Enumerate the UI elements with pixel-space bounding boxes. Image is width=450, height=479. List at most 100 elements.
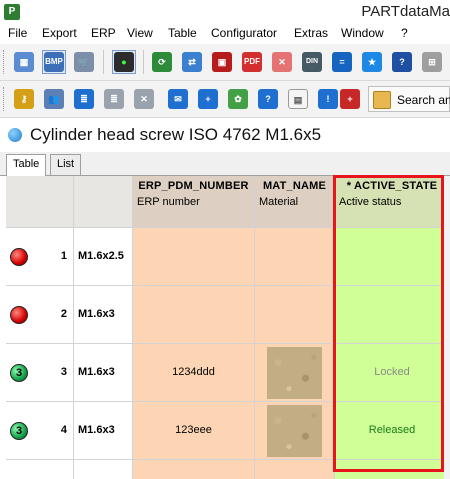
tab-list[interactable]: List: [50, 154, 82, 176]
active-state-value: Locked: [374, 366, 410, 378]
menu-export[interactable]: Export: [42, 26, 77, 40]
search-button[interactable]: Search and: [368, 86, 450, 112]
panel-title-bar: Cylinder head screw ISO 4762 M1.6x5: [0, 118, 450, 152]
active-state-cell[interactable]: Locked: [335, 344, 450, 402]
erp-toolbar: ⚷ 👥 ≣ ≣ ✕ ✉ + ✿ ? ▤ ! + Search and: [0, 81, 450, 118]
part-name: M1.6x2.5: [78, 250, 124, 262]
pdf-icon[interactable]: PDF: [240, 50, 264, 74]
menu-help[interactable]: ?: [401, 26, 408, 40]
erp-number-cell[interactable]: [133, 286, 255, 344]
title-bar: P PARTdataMa: [0, 0, 450, 24]
row-header[interactable]: 3 3: [6, 344, 74, 402]
material-cell[interactable]: [255, 228, 335, 286]
material-cell[interactable]: [255, 286, 335, 344]
database-alert-icon[interactable]: !: [316, 87, 340, 111]
part-panel: Cylinder head screw ISO 4762 M1.6x5 Tabl…: [0, 118, 450, 479]
mail-icon[interactable]: ✉: [166, 87, 190, 111]
row-number: 4: [60, 424, 67, 436]
part-icon: [8, 128, 22, 142]
menu-file[interactable]: File: [8, 26, 27, 40]
part-name: M1.6x3: [78, 308, 115, 320]
table-row[interactable]: M1.6x3: [74, 402, 133, 460]
table-row[interactable]: M1.6x2.5: [74, 228, 133, 286]
column-name: ERP_PDM_NUMBER: [138, 180, 249, 192]
key-icon[interactable]: ⚷: [12, 87, 36, 111]
main-toolbar: ▦ BMP 🛒 ● ⟳ ⇄ ▣ PDF ✕ DIN = ★ ? ⊞: [0, 44, 450, 81]
material-cell[interactable]: [255, 460, 335, 479]
panel-title: Cylinder head screw ISO 4762 M1.6x5: [30, 125, 322, 144]
menu-window[interactable]: Window: [341, 26, 384, 40]
active-state-cell[interactable]: Released: [335, 402, 450, 460]
erp-number: 123eee: [175, 424, 212, 436]
menu-bar: File Export ERP View Table Configurator …: [0, 24, 450, 44]
document-icon[interactable]: ▤: [286, 87, 310, 111]
row-header[interactable]: [6, 460, 74, 479]
part-name: M1.6x3: [78, 424, 115, 436]
menu-table[interactable]: Table: [168, 26, 197, 40]
toolbar-grip[interactable]: [3, 50, 6, 74]
window-title: PARTdataMa: [361, 3, 450, 20]
active-state-cell[interactable]: [335, 286, 450, 344]
bmp-icon[interactable]: BMP: [42, 50, 66, 74]
tab-table[interactable]: Table: [6, 154, 47, 177]
help-icon[interactable]: ?: [390, 50, 414, 74]
row-header[interactable]: 2: [6, 286, 74, 344]
formula-icon[interactable]: =: [330, 50, 354, 74]
menu-erp[interactable]: ERP: [91, 26, 116, 40]
active-state-cell[interactable]: [335, 460, 450, 479]
erp-number-cell[interactable]: [133, 228, 255, 286]
column-desc: Active status: [339, 196, 402, 208]
menu-extras[interactable]: Extras: [294, 26, 328, 40]
column-name: * ACTIVE_STATE: [346, 180, 438, 192]
table-row[interactable]: M1.6x3: [74, 344, 133, 402]
sync-icon[interactable]: ⇄: [180, 50, 204, 74]
cart-icon[interactable]: 🛒: [72, 50, 96, 74]
table-row[interactable]: M1.6x3: [74, 286, 133, 344]
database-add-icon[interactable]: +: [196, 87, 220, 111]
din-icon[interactable]: DIN: [300, 50, 324, 74]
row-header[interactable]: 1: [6, 228, 74, 286]
column-header-material[interactable]: MAT_NAME Material: [255, 176, 335, 228]
name-header: [74, 176, 133, 228]
table-row[interactable]: [74, 460, 133, 479]
active-state-value: Released: [368, 424, 416, 436]
menu-view[interactable]: View: [127, 26, 153, 40]
table-add-icon[interactable]: +: [338, 87, 362, 111]
status-red-icon: [10, 306, 28, 324]
database-query-icon[interactable]: ?: [256, 87, 280, 111]
row-header[interactable]: 3 4: [6, 402, 74, 460]
erp-number-cell[interactable]: 123eee: [133, 402, 255, 460]
users-icon[interactable]: 👥: [42, 87, 66, 111]
search-icon: [373, 91, 391, 109]
material-texture-image: [267, 405, 322, 457]
parts-table: ERP_PDM_NUMBER ERP number MAT_NAME Mater…: [6, 176, 450, 479]
erp-number-cell[interactable]: [133, 460, 255, 479]
erp-number-cell[interactable]: 1234ddd: [133, 344, 255, 402]
material-cell[interactable]: [255, 344, 335, 402]
drawing-icon[interactable]: ✕: [270, 50, 294, 74]
menu-configurator[interactable]: Configurator: [211, 26, 277, 40]
database-icon[interactable]: ≣: [72, 87, 96, 111]
active-state-cell[interactable]: [335, 228, 450, 286]
database-export-icon[interactable]: ≣: [102, 87, 126, 111]
refresh-icon[interactable]: ⟳: [150, 50, 174, 74]
status-green-icon: 3: [10, 364, 28, 382]
material-cell[interactable]: [255, 402, 335, 460]
grid-icon[interactable]: ⊞: [420, 50, 444, 74]
app-icon: P: [4, 4, 20, 20]
tab-strip: Table List: [0, 152, 450, 177]
material-texture-image: [267, 347, 322, 399]
part-name: M1.6x3: [78, 366, 115, 378]
table-view-icon[interactable]: ▦: [12, 50, 36, 74]
toolbar-grip[interactable]: [3, 87, 6, 111]
column-header-erp[interactable]: ERP_PDM_NUMBER ERP number: [133, 176, 255, 228]
scroll-edge: [444, 176, 450, 479]
status-green-icon: 3: [10, 422, 28, 440]
favorite-icon[interactable]: ★: [360, 50, 384, 74]
flower-icon[interactable]: ✿: [226, 87, 250, 111]
column-header-active-state[interactable]: * ACTIVE_STATE Active status: [335, 176, 450, 228]
row-number: 3: [60, 366, 67, 378]
database-delete-icon[interactable]: ✕: [132, 87, 156, 111]
traffic-light-icon[interactable]: ●: [112, 50, 136, 74]
save-icon[interactable]: ▣: [210, 50, 234, 74]
